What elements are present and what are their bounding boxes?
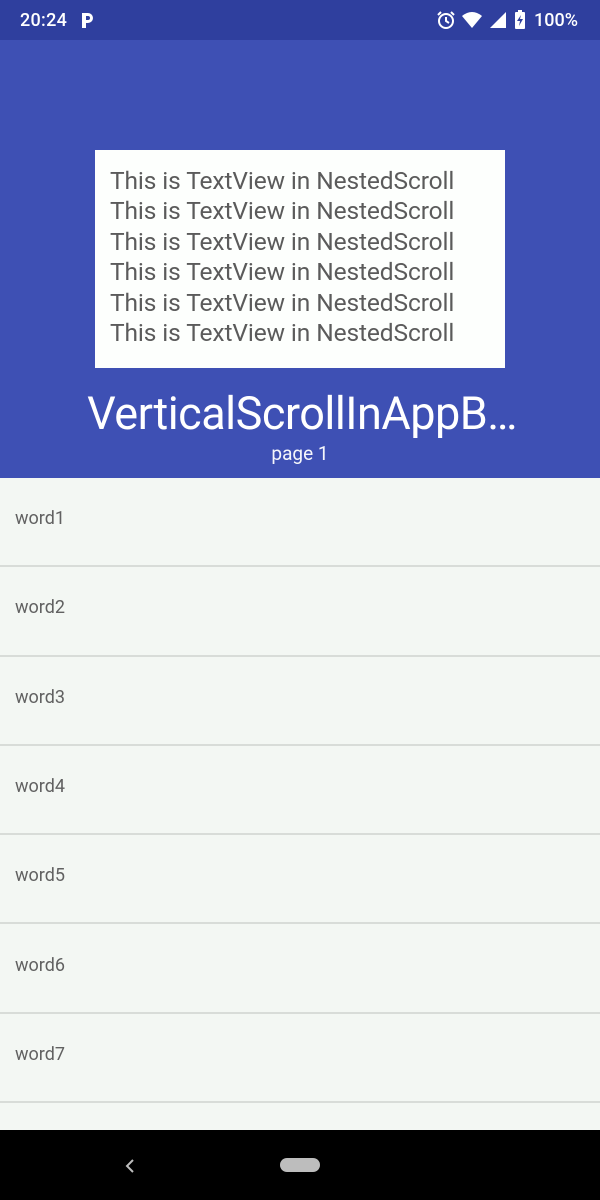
list-item[interactable] (0, 1103, 600, 1130)
signal-icon (490, 12, 507, 28)
list-item-label: word7 (15, 1043, 65, 1065)
alarm-icon (437, 11, 455, 29)
status-bar-left: 20:24 (20, 10, 95, 31)
list-item-label: word4 (15, 776, 65, 798)
battery-charging-icon (515, 10, 526, 29)
list-item-label: word3 (15, 686, 65, 708)
list-item[interactable]: word3 (0, 656, 600, 746)
list-item[interactable]: word1 (0, 478, 600, 568)
list-item-label: word2 (15, 597, 65, 619)
status-bar-right: 100% (436, 10, 578, 31)
nested-text-line: This is TextView in NestedScroll (110, 257, 455, 287)
page-subtitle: page 1 (271, 442, 329, 465)
app-bar: This is TextView in NestedScroll This is… (0, 40, 600, 478)
list-item[interactable]: word2 (0, 567, 600, 657)
nested-text-line: This is TextView in NestedScroll (110, 226, 455, 256)
back-icon (125, 1159, 134, 1173)
p-notification-icon (82, 13, 94, 28)
page-title: VerticalScrollInAppB… (87, 387, 517, 440)
status-time: 20:24 (20, 9, 68, 31)
list-item[interactable]: word6 (0, 924, 600, 1014)
nested-text-line: This is TextView in NestedScroll (110, 287, 455, 317)
list-item-label: word6 (15, 954, 65, 976)
battery-percent: 100% (534, 9, 578, 31)
navigation-bar (0, 1130, 600, 1200)
back-button[interactable] (118, 1154, 142, 1178)
list-item-label: word5 (15, 865, 65, 887)
nested-scroll-textview[interactable]: This is TextView in NestedScroll This is… (95, 150, 505, 368)
home-pill-icon[interactable] (280, 1158, 320, 1172)
nested-text-line: This is TextView in NestedScroll (110, 196, 455, 226)
word-list[interactable]: word1 word2 word3 word4 word5 word6 word… (0, 478, 600, 1130)
nested-text-line: This is TextView in NestedScroll (110, 318, 455, 348)
list-item-label: word1 (15, 508, 65, 530)
nested-text-line: This is TextView in NestedScroll (110, 166, 455, 195)
wifi-icon (462, 12, 483, 28)
list-item[interactable]: word5 (0, 835, 600, 925)
list-item[interactable]: word7 (0, 1013, 600, 1104)
status-bar: 20:24 100% (0, 0, 600, 40)
list-item[interactable]: word4 (0, 745, 600, 836)
